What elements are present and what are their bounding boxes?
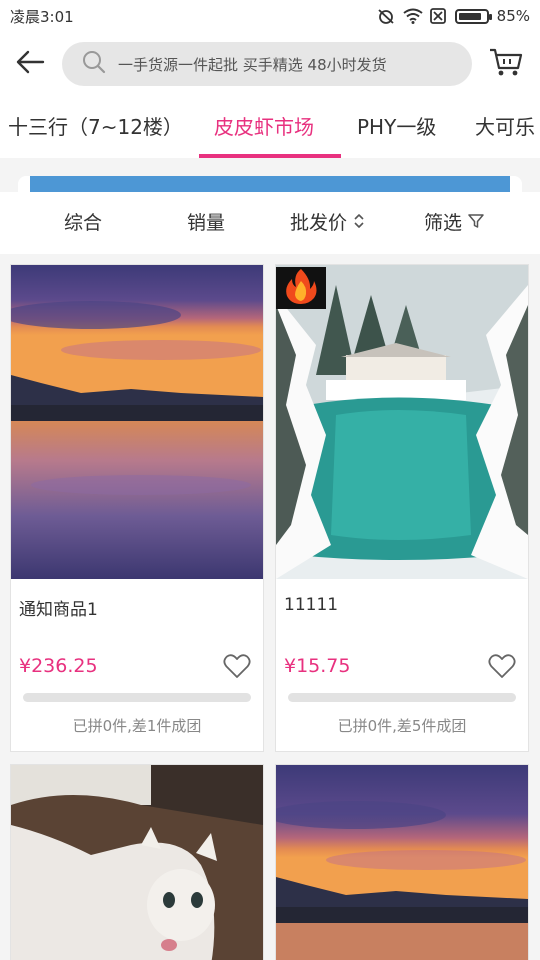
sort-price-label: 批发价 <box>290 212 348 234</box>
search-icon <box>82 50 106 78</box>
heart-icon[interactable] <box>223 653 251 679</box>
group-progress-bar <box>23 693 251 702</box>
product-image[interactable] <box>11 265 263 579</box>
funnel-icon <box>468 192 484 254</box>
product-card[interactable] <box>275 764 529 960</box>
sort-filter-label: 筛选 <box>424 212 463 234</box>
sort-comprehensive-label: 综合 <box>64 212 103 234</box>
sort-comprehensive[interactable]: 综合 <box>64 192 102 254</box>
status-icons: 85% <box>377 7 530 25</box>
wifi-icon <box>403 8 423 24</box>
sort-updown-icon <box>353 192 365 254</box>
search-placeholder: 一手货源一件起批 买手精选 48小时发货 <box>118 55 387 74</box>
product-image[interactable] <box>276 265 528 579</box>
sort-filter[interactable]: 筛选 <box>424 192 484 254</box>
product-title: 11111 <box>284 595 339 615</box>
product-image[interactable] <box>276 765 528 960</box>
hot-badge <box>276 267 326 309</box>
shopping-cart-icon <box>488 46 524 82</box>
product-card[interactable]: 11111 ¥15.75 已拼0件,差5件成团 <box>275 264 529 752</box>
market-tabs: 十三行（7~12楼） 皮皮虾市场 PHY一级 大可乐 <box>0 96 540 158</box>
tab-pipixia-market[interactable]: 皮皮虾市场 <box>214 96 314 158</box>
sort-sales-label: 销量 <box>187 212 226 234</box>
group-status: 已拼0件,差5件成团 <box>337 717 467 735</box>
battery-percent: 85% <box>496 7 530 25</box>
product-title: 通知商品1 <box>19 600 98 620</box>
sort-bar: 综合 销量 批发价 筛选 <box>0 192 540 254</box>
sort-sales[interactable]: 销量 <box>187 192 225 254</box>
arrow-left-icon <box>15 50 45 78</box>
sort-wholesale-price[interactable]: 批发价 <box>290 192 365 254</box>
product-image[interactable] <box>11 765 263 960</box>
product-price: ¥15.75 <box>284 655 351 677</box>
status-bar: 凌晨3:01 85% <box>0 0 540 32</box>
tab-phy-level1[interactable]: PHY一级 <box>357 96 436 158</box>
group-status: 已拼0件,差1件成团 <box>72 717 202 735</box>
back-button[interactable] <box>0 32 60 96</box>
battery-icon <box>454 8 492 24</box>
tab-shisanhang[interactable]: 十三行（7~12楼） <box>8 96 183 158</box>
cart-button[interactable] <box>484 42 528 86</box>
header: 一手货源一件起批 买手精选 48小时发货 <box>0 32 540 96</box>
tab-dakele[interactable]: 大可乐 <box>475 96 535 158</box>
status-time: 凌晨3:01 <box>10 7 74 26</box>
banner-area <box>0 158 540 196</box>
group-progress-bar <box>288 693 516 702</box>
fire-icon <box>283 267 319 309</box>
sim-off-icon <box>429 8 447 24</box>
product-card[interactable] <box>10 764 264 960</box>
product-price: ¥236.25 <box>19 655 98 677</box>
search-input[interactable]: 一手货源一件起批 买手精选 48小时发货 <box>62 42 472 86</box>
banner-image[interactable] <box>30 176 510 192</box>
product-card[interactable]: 通知商品1 ¥236.25 已拼0件,差1件成团 <box>10 264 264 752</box>
heart-icon[interactable] <box>488 653 516 679</box>
alarm-off-icon <box>377 8 395 24</box>
